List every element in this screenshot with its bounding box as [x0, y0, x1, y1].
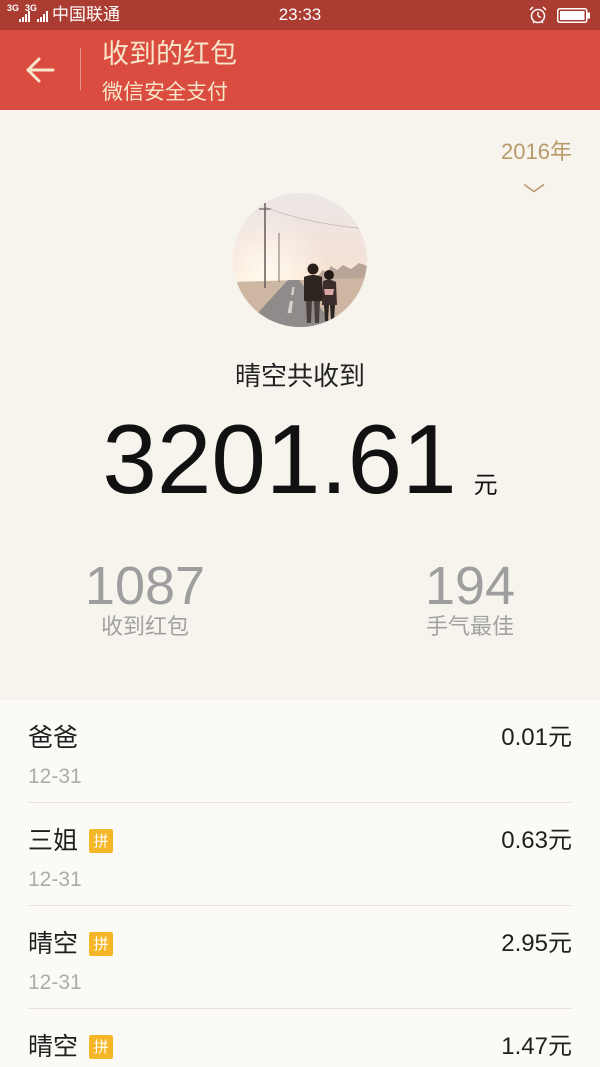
group-packet-badge: 拼: [89, 932, 114, 956]
status-bar: 3G 3G 中国联通 23:33: [0, 0, 600, 30]
total-amount: 3201.61: [102, 404, 457, 514]
record-date: 12-31: [28, 868, 82, 891]
record-date: 12-31: [28, 765, 82, 788]
list-item[interactable]: 爸爸 12-31 0.01元: [0, 700, 600, 803]
stat-received-count: 1087 收到红包: [45, 559, 245, 641]
record-amount: 1.47元: [501, 1033, 572, 1060]
record-name-line: 三姐 拼: [28, 826, 114, 855]
top-app-bar: 收到的红包 微信安全支付: [0, 30, 600, 110]
year-label: 2016年: [501, 139, 572, 164]
record-sender-name: 爸爸: [28, 723, 79, 752]
stat-label: 手气最佳: [425, 615, 514, 640]
record-amount: 2.95元: [501, 930, 572, 957]
network-type-label: 3G: [25, 3, 38, 13]
record-name-line: 晴空 拼: [28, 1032, 114, 1061]
signal-group-sim2: 3G: [25, 3, 51, 25]
group-packet-badge: 拼: [89, 1035, 114, 1059]
list-item[interactable]: 三姐 拼 12-31 0.63元: [0, 803, 600, 906]
record-amount: 0.63元: [501, 827, 572, 854]
carrier-name: 中国联通: [52, 5, 120, 25]
avatar: [233, 193, 367, 327]
page-title: 收到的红包: [102, 39, 237, 70]
header-divider: [80, 48, 81, 90]
record-amount: 0.01元: [501, 724, 572, 751]
record-sender-name: 晴空: [28, 1032, 79, 1061]
status-time: 23:33: [278, 5, 322, 24]
total-amount-row: 3201.61 元: [0, 410, 600, 508]
list-item[interactable]: 晴空 拼 1.47元: [0, 1009, 600, 1067]
receiver-summary-label: 晴空共收到: [234, 362, 365, 392]
stat-value: 1087: [84, 556, 206, 616]
currency-unit: 元: [473, 471, 498, 499]
group-packet-badge: 拼: [89, 829, 114, 853]
stat-label: 收到红包: [100, 615, 189, 640]
back-button[interactable]: [20, 50, 60, 90]
stat-best-luck-count: 194 手气最佳: [370, 559, 570, 641]
avatar-photo: [233, 193, 367, 327]
arrow-left-icon: [26, 57, 55, 83]
record-name-line: 晴空 拼: [28, 929, 114, 958]
stat-value: 194: [424, 556, 516, 616]
list-item[interactable]: 晴空 拼 12-31 2.95元: [0, 906, 600, 1009]
alarm-clock-icon: [529, 6, 547, 24]
record-sender-name: 三姐: [28, 826, 79, 855]
record-date: 12-31: [28, 971, 82, 994]
page-subtitle: 微信安全支付: [102, 80, 228, 104]
network-type-label: 3G: [7, 3, 20, 13]
record-sender-name: 晴空: [28, 929, 79, 958]
chevron-down-icon: [523, 183, 545, 193]
battery-icon: [557, 8, 590, 23]
red-packet-record-list: 爸爸 12-31 0.01元 三姐 拼 12-31 0.63元 晴空 拼 12-…: [0, 700, 600, 1067]
red-packet-received-screen: 3G 3G 中国联通 23:33 收到的红包 微信安全支付 2016年 晴空共收…: [0, 0, 600, 1067]
year-selector[interactable]: 2016年: [472, 138, 572, 196]
record-name-line: 爸爸: [28, 724, 78, 752]
signal-icon: [37, 11, 49, 22]
